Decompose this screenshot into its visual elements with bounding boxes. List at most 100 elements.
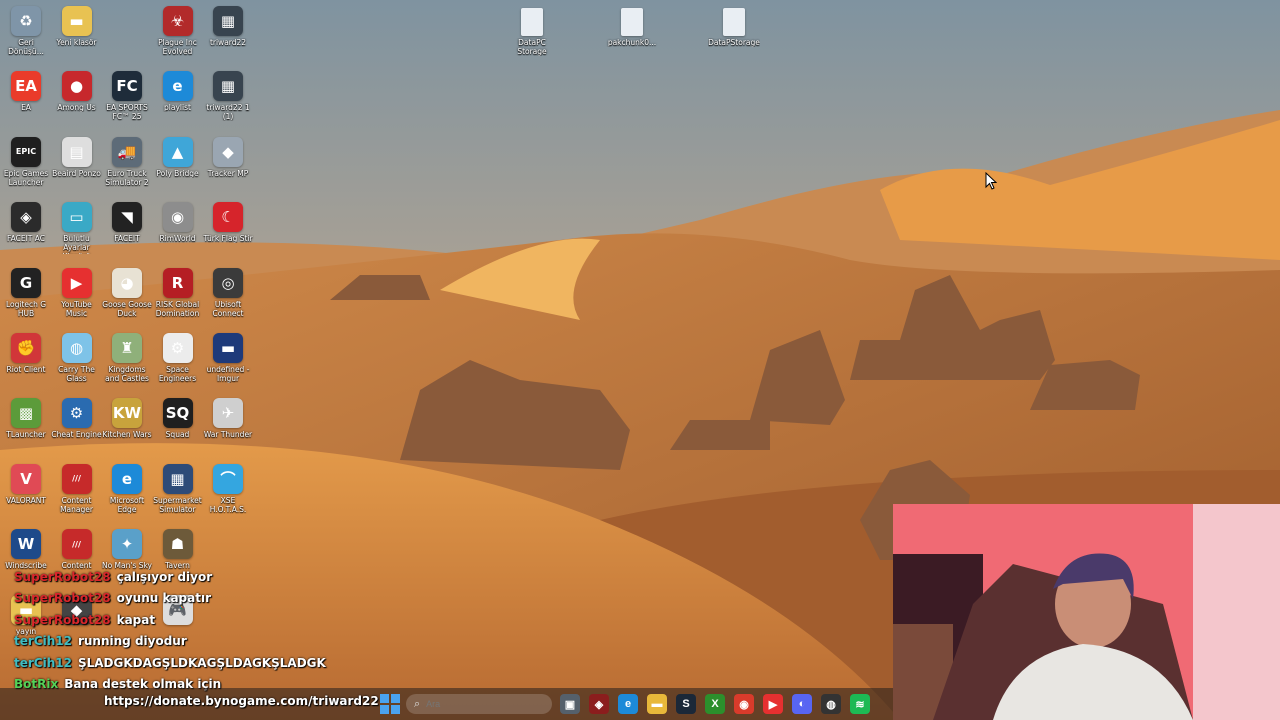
- desktop-shortcut[interactable]: ◕ Goose Goose Duck: [101, 266, 153, 328]
- ea-fc-icon: FC: [112, 71, 142, 102]
- video-file-icon: ▦: [213, 6, 243, 36]
- desktop-shortcut[interactable]: ▦ triward22: [202, 4, 254, 66]
- shortcut-label: Content Manager: [60, 495, 93, 514]
- desktop-shortcut[interactable]: ▲ Poly Bridge: [152, 135, 204, 197]
- shortcut-label: triward22 1 (1): [206, 103, 250, 122]
- desktop-shortcut[interactable]: e Microsoft Edge: [101, 462, 153, 524]
- shortcut-label: Goose Goose Duck: [102, 299, 152, 318]
- desktop-file-pakchunk[interactable]: pakchunk0...: [606, 6, 658, 68]
- tlauncher-icon: ▩: [11, 398, 41, 429]
- desktop-shortcut[interactable]: ▶ YouTube Music: [51, 266, 103, 328]
- desktop-shortcut[interactable]: ▦ triward22 1 (1): [202, 69, 254, 131]
- ea-icon: EA: [11, 71, 41, 102]
- plague-inc-icon: ☣: [162, 6, 193, 36]
- chrome-icon[interactable]: ◉: [734, 694, 754, 714]
- windscribe-icon: W: [11, 529, 41, 560]
- steam-icon[interactable]: S: [676, 694, 696, 714]
- no-mans-sky-icon: ✦: [112, 529, 142, 560]
- desktop-shortcut[interactable]: ▩ TLauncher: [0, 396, 52, 458]
- chat-message: terCih12 running diyodur: [14, 631, 394, 653]
- desktop-shortcut[interactable]: ▤ Beaird Ponzo: [51, 135, 103, 197]
- desktop-shortcut[interactable]: EPIC Epic Games Launcher: [0, 135, 52, 197]
- shield-app-icon[interactable]: ◈: [589, 694, 609, 714]
- xbox-icon[interactable]: X: [705, 694, 725, 714]
- desktop-shortcut[interactable]: G Logitech G HUB: [0, 266, 52, 328]
- task-view-icon[interactable]: ▣: [560, 694, 580, 714]
- carry-glass-icon: ◍: [61, 333, 92, 363]
- chat-message: terCih12 ŞLADGKDAGŞLDKAGŞLDAGKŞLADGK: [14, 652, 394, 674]
- shortcut-label: Beaird Ponzo: [52, 168, 101, 178]
- desktop-shortcut[interactable]: ▬ Yeni klasör: [51, 4, 103, 66]
- chat-username: SuperRobot28: [14, 612, 111, 627]
- edge-icon: e: [162, 71, 193, 102]
- shortcut-label: Space Engineers: [158, 365, 197, 383]
- desktop-shortcut[interactable]: ◉ RimWorld: [152, 200, 204, 262]
- mouse-cursor-icon: [985, 172, 997, 190]
- taskbar-pinned-apps: ▣ ◈ e ▬ S X ◉ ▶ ◐ ◍ ≋: [560, 694, 870, 714]
- shortcut-label: RimWorld: [159, 234, 196, 244]
- supermarket-icon: ▦: [162, 463, 193, 494]
- content-manager-icon: ///: [61, 463, 92, 494]
- youtube-music-icon[interactable]: ▶: [763, 694, 783, 714]
- shortcut-label: Squad: [165, 430, 190, 440]
- spotify-icon[interactable]: ≋: [850, 694, 870, 714]
- obs-icon[interactable]: ◍: [821, 694, 841, 714]
- desktop-shortcut[interactable]: ▬ undefined - Imgur: [202, 331, 254, 393]
- chat-text: ŞLADGKDAGŞLDKAGŞLDAGKŞLADGK: [77, 655, 326, 670]
- tracker-icon: ◆: [213, 136, 243, 167]
- taskbar-search-input[interactable]: [426, 699, 507, 709]
- desktop-shortcut[interactable]: ◎ Ubisoft Connect: [202, 266, 254, 328]
- discord-icon[interactable]: ◐: [792, 694, 812, 714]
- desktop-shortcut[interactable]: ● Among Us: [51, 69, 103, 131]
- shortcut-label: Geri Dönüşü...: [8, 38, 44, 56]
- euro-truck-icon: 🚚: [112, 136, 142, 167]
- desktop-shortcut[interactable]: e playlist: [152, 69, 204, 131]
- desktop-shortcut[interactable]: 🚚 Euro Truck Simulator 2: [101, 135, 153, 197]
- shortcut-label: playlist: [164, 103, 191, 113]
- taskbar-search-box[interactable]: ⌕: [406, 694, 552, 714]
- riot-icon: ✊: [11, 333, 41, 363]
- desktop-file-datapc-storage[interactable]: DataPC Storage: [506, 6, 558, 68]
- windows-start-button[interactable]: [380, 694, 400, 714]
- chat-username: SuperRobot28: [14, 569, 111, 584]
- desktop-shortcut[interactable]: ✈ War Thunder: [202, 396, 254, 458]
- desktop-shortcut[interactable]: ◈ FACEIT AC: [0, 200, 52, 262]
- chat-text: kapat: [116, 612, 156, 627]
- desktop-shortcut[interactable]: ♻ Geri Dönüşü...: [0, 4, 52, 66]
- desktop-shortcut[interactable]: ⌒ XSE H.O.T.A.S.: [202, 462, 254, 524]
- desktop-file-datapstorage[interactable]: DataPStorage: [708, 6, 760, 68]
- desktop-shortcut[interactable]: R RISK Global Domination: [152, 266, 204, 328]
- imgur-icon: ▬: [213, 333, 243, 363]
- desktop-shortcut[interactable]: ☣ Plague Inc Evolved: [152, 4, 204, 66]
- chat-donate-link: https://donate.bynogame.com/triward22: [104, 694, 379, 708]
- desktop-shortcut[interactable]: ♜ Kingdoms and Castles: [101, 331, 153, 393]
- shortcut-label: Epic Games Launcher: [3, 168, 49, 187]
- desktop-shortcut[interactable]: FC EA SPORTS FC™ 25: [101, 69, 153, 131]
- desktop-shortcut[interactable]: ▭Bulutlu Ayarlar Klasörü: [51, 200, 103, 262]
- shortcut-label: Plague Inc Evolved: [158, 38, 197, 56]
- desktop-shortcut[interactable]: ⚙ Space Engineers: [152, 331, 204, 393]
- epic-games-icon: EPIC: [11, 136, 41, 167]
- desktop-shortcut[interactable]: ⚙ Cheat Engine: [51, 396, 103, 458]
- desktop-shortcut[interactable]: ☾ Türk Flag Stir: [202, 200, 254, 262]
- desktop-shortcut[interactable]: ///Content Manager: [51, 462, 103, 524]
- file-explorer-icon[interactable]: ▬: [647, 694, 667, 714]
- desktop-shortcut[interactable]: ◥ FACEIT: [101, 200, 153, 262]
- desktop-shortcut[interactable]: V VALORANT: [0, 462, 52, 524]
- desktop-shortcut[interactable]: ▦ Supermarket Simulator: [152, 462, 204, 524]
- shortcut-label: triward22: [209, 38, 247, 47]
- shortcut-label: VALORANT: [6, 495, 46, 505]
- desktop-shortcut[interactable]: ✊ Riot Client: [0, 331, 52, 393]
- desktop-shortcut[interactable]: KW Kitchen Wars: [101, 396, 153, 458]
- desktop-shortcut[interactable]: EA EA: [0, 69, 52, 131]
- edge-icon[interactable]: e: [618, 694, 638, 714]
- kitchen-wars-icon: KW: [112, 398, 142, 429]
- desktop-shortcut[interactable]: SQ Squad: [152, 396, 204, 458]
- shortcut-label: Kingdoms and Castles: [105, 365, 149, 383]
- ubisoft-icon: ◎: [213, 267, 243, 298]
- shortcut-label: War Thunder: [203, 430, 253, 440]
- desktop-shortcut[interactable]: ◆ Tracker MP: [202, 135, 254, 197]
- desktop-shortcut[interactable]: ◍ Carry The Glass: [51, 331, 103, 393]
- youtube-music-icon: ▶: [61, 267, 92, 298]
- chat-username: SuperRobot28: [14, 591, 111, 606]
